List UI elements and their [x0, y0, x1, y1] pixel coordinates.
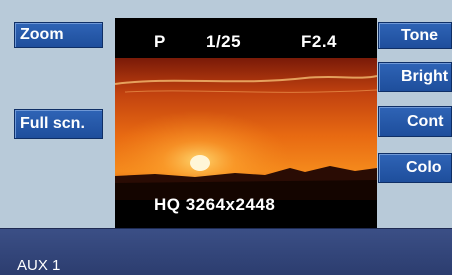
brightness-button[interactable]: Bright [378, 62, 452, 92]
contrast-button[interactable]: Cont [378, 106, 452, 137]
shutter-speed: 1/25 [206, 32, 242, 51]
status-bar [0, 228, 452, 275]
sunset-photo [115, 58, 377, 200]
photo-preview: P 1/25 F2.4 HQ 3264x2448 [115, 18, 377, 228]
zoom-button[interactable]: Zoom [14, 22, 103, 48]
shooting-mode: P [154, 32, 166, 51]
tone-button[interactable]: Tone [378, 22, 452, 49]
source-label: AUX 1 [17, 257, 61, 274]
aperture-value: F2.4 [301, 32, 338, 51]
quality-resolution: HQ 3264x2448 [154, 195, 276, 214]
color-button[interactable]: Colo [378, 153, 452, 183]
full-screen-button[interactable]: Full scn. [14, 109, 103, 139]
display-area: Zoom Full scn. P 1/25 F2.4 HQ 3264x2448 … [0, 0, 452, 228]
